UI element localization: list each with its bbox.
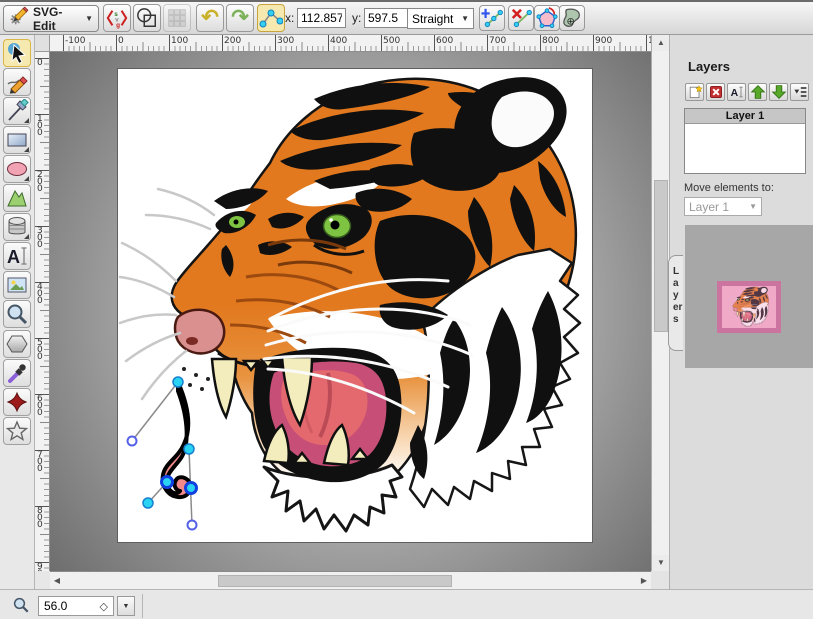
scroll-right-arrow-icon[interactable]: ▶ (637, 573, 651, 589)
pen-line-tool-button[interactable] (3, 97, 31, 125)
svg-canvas[interactable] (118, 69, 592, 542)
segment-type-select[interactable]: Straight ▼ (407, 8, 474, 29)
pencil-tool-button[interactable] (3, 68, 31, 96)
flyout-arrow-icon (24, 118, 29, 123)
vertical-scrollbar[interactable]: ▲ ▼ (651, 35, 669, 571)
layers-list: Layer 1 (684, 108, 806, 174)
svg-text:⊕: ⊕ (567, 16, 575, 27)
eyedropper-tool-button[interactable] (3, 359, 31, 387)
vertical-scroll-thumb[interactable] (654, 180, 668, 332)
move-elements-value: Layer 1 (689, 200, 729, 214)
redo-icon: ↷ (231, 8, 249, 28)
ruler-top: -10001002003004005006007008009001000 (50, 35, 651, 52)
svg-source-button[interactable]: svg (103, 4, 131, 32)
polygon-tool-button[interactable] (3, 184, 31, 212)
main-toolbar: SVG-Edit ▼ svg ↶ ↷ x: y: Straight ▼ (0, 2, 813, 35)
image-tool-button[interactable] (3, 271, 31, 299)
star-tool-button[interactable] (3, 417, 31, 445)
shape-library-button[interactable] (3, 213, 31, 241)
delete-layer-button[interactable] (706, 83, 725, 101)
scroll-down-arrow-icon[interactable]: ▼ (652, 555, 670, 571)
main-menu-button[interactable]: SVG-Edit ▼ (3, 5, 99, 32)
layer-buttons-row: A (685, 83, 809, 101)
horizontal-scrollbar[interactable]: ◀ ▶ (50, 571, 651, 589)
y-coordinate-input[interactable] (364, 8, 413, 28)
flyout-arrow-icon (24, 147, 29, 152)
divider (142, 594, 143, 618)
close-path-button[interactable] (534, 5, 560, 31)
text-tool-button[interactable]: A (3, 242, 31, 270)
zoom-level-value: 56.0 (44, 599, 67, 613)
segment-type-value: Straight (412, 12, 453, 26)
status-bar: 56.0 ◇ ▼ (0, 589, 813, 619)
hexagon-tool-button[interactable] (3, 330, 31, 358)
ruler-left: 0100200300400500600700800900 (35, 52, 50, 571)
flyout-arrow-icon (24, 234, 29, 239)
move-layer-down-button[interactable] (769, 83, 788, 101)
svg-text:A: A (7, 247, 20, 267)
workarea[interactable] (50, 52, 651, 571)
ruler-corner (35, 35, 50, 52)
tools-toolbar: A (0, 35, 35, 589)
zoom-icon (12, 596, 30, 619)
delete-node-button[interactable] (508, 5, 534, 31)
layers-panel-title: Layers (688, 59, 730, 74)
grid-button[interactable] (163, 4, 191, 32)
undo-icon: ↶ (201, 8, 219, 28)
undo-button[interactable]: ↶ (196, 4, 224, 32)
move-elements-label: Move elements to: (684, 182, 774, 194)
select-tool-button[interactable] (3, 39, 31, 67)
rename-layer-button[interactable]: A (727, 83, 746, 101)
app-logo-icon (9, 6, 29, 31)
layer-menu-button[interactable] (790, 83, 809, 101)
scroll-up-arrow-icon[interactable]: ▲ (652, 35, 670, 51)
spinner-icon[interactable]: ◇ (100, 600, 108, 613)
chevron-down-icon: ▼ (749, 202, 757, 211)
link-control-points-button[interactable] (257, 4, 285, 32)
y-coordinate-label: y: (352, 11, 361, 25)
horizontal-scroll-thumb[interactable] (218, 575, 452, 587)
svg-text:A: A (730, 88, 738, 99)
rectangle-tool-button[interactable] (3, 126, 31, 154)
x-coordinate-label: x: (285, 11, 294, 25)
svg-text:g: g (116, 22, 120, 29)
zoom-presets-button[interactable]: ▼ (117, 596, 135, 616)
tiger-drawing (118, 69, 592, 542)
shapes-wireframe-button[interactable] (133, 4, 161, 32)
layers-panel: Layers A Layer 1 Move elements to: Layer… (669, 35, 813, 589)
zoom-tool-button[interactable] (3, 300, 31, 328)
layers-panel-toggle[interactable]: Layers (668, 255, 683, 351)
add-node-button[interactable] (479, 5, 505, 31)
layer-row[interactable]: Layer 1 (685, 109, 805, 124)
redo-button[interactable]: ↷ (226, 4, 254, 32)
preview-area (685, 225, 813, 368)
main-menu-label: SVG-Edit (33, 5, 81, 33)
x-coordinate-input[interactable] (297, 8, 346, 28)
svg-edit-window: SVG-Edit ▼ svg ↶ ↷ x: y: Straight ▼ (0, 0, 813, 619)
drawing-thumbnail (717, 281, 781, 333)
scrollbar-corner (651, 571, 669, 589)
chevron-down-icon: ▼ (85, 14, 93, 23)
move-layer-up-button[interactable] (748, 83, 767, 101)
flower-shape-tool-button[interactable] (3, 388, 31, 416)
scroll-left-arrow-icon[interactable]: ◀ (50, 573, 64, 589)
convert-shape-button[interactable]: ⊕ (559, 5, 585, 31)
flyout-arrow-icon (24, 176, 29, 181)
ellipse-tool-button[interactable] (3, 155, 31, 183)
new-layer-button[interactable] (685, 83, 704, 101)
zoom-level-input[interactable]: 56.0 ◇ (38, 596, 114, 616)
chevron-down-icon: ▼ (461, 14, 469, 23)
move-elements-select[interactable]: Layer 1 ▼ (684, 197, 762, 216)
edit-path-overlay (128, 377, 197, 530)
